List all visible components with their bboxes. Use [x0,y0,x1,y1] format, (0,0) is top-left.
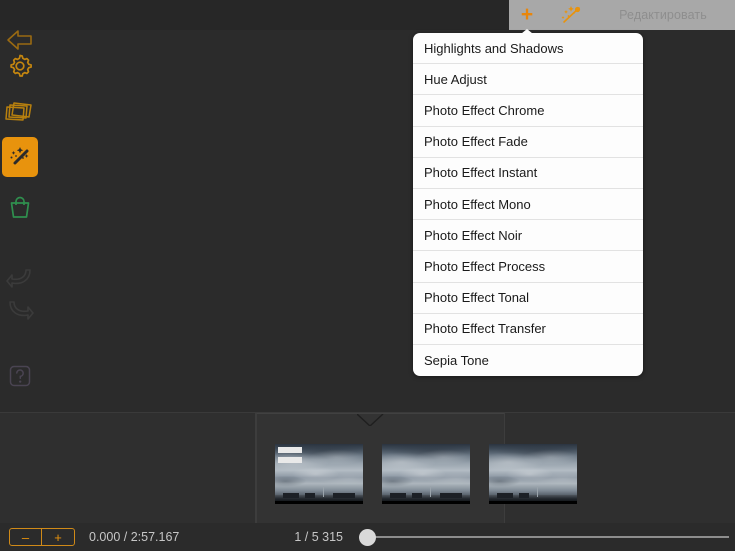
thumb-skyline [283,493,299,498]
edit-label: Редактировать [619,8,707,22]
frame-counter-label: 1 / 5 315 [294,530,344,544]
thumb-bottom-border [382,501,470,504]
menu-item-sepia-tone[interactable]: Sepia Tone [413,345,643,376]
list-item[interactable] [275,444,363,504]
thumb-tower [323,486,324,497]
bottom-bar: – + 0.000 / 2:57.167 1 / 5 315 [0,523,735,551]
effects-menu: Highlights and Shadows Hue Adjust Photo … [413,33,643,377]
thumb-skyline [519,493,529,498]
thumb-skyline [440,493,462,498]
left-sidebar [0,30,40,412]
list-item[interactable] [489,444,577,504]
menu-item-photo-effect-chrome[interactable]: Photo Effect Chrome [413,95,643,127]
sidebar-item-store[interactable] [0,185,40,231]
redo-icon [9,301,34,320]
zoom-in-button[interactable]: + [42,529,74,545]
thumb-bottom-border [489,501,577,504]
slider-thumb[interactable] [359,529,377,546]
thumb-skyline [390,493,406,498]
magic-wand-icon[interactable] [545,0,597,30]
menu-item-photo-effect-tonal[interactable]: Photo Effect Tonal [413,283,643,314]
sidebar-item-settings[interactable] [0,43,40,89]
thumb-skyline [305,493,315,498]
thumb-skyline [497,493,513,498]
shopping-bag-icon [10,196,30,218]
sidebar-item-layers[interactable] [0,89,40,135]
menu-item-photo-effect-process[interactable]: Photo Effect Process [413,251,643,283]
help-icon [9,365,31,387]
menu-item-photo-effect-mono[interactable]: Photo Effect Mono [413,189,643,221]
playhead-marker[interactable] [357,414,391,434]
layers-icon [5,102,32,121]
status-badge [278,447,302,453]
magic-wand-icon [10,147,29,165]
thumb-tower [430,486,431,497]
menu-pointer-arrow [516,25,538,38]
top-bar: + Редактировать [0,0,735,30]
timeline-slider[interactable] [353,528,731,546]
sidebar-item-effects[interactable] [2,137,38,177]
filmstrip-row [0,413,735,523]
menu-item-hue-adjust[interactable]: Hue Adjust [413,64,643,96]
menu-item-photo-effect-transfer[interactable]: Photo Effect Transfer [413,314,643,345]
list-item[interactable] [382,444,470,504]
status-badge [278,457,302,463]
thumb-skyline [412,493,422,498]
zoom-stepper: – + [9,528,75,546]
thumb-skyline [333,493,355,498]
filmstrip-panel[interactable] [256,413,577,523]
thumb-bottom-border [275,501,363,504]
app-window: + Редактировать – + 0.000 / 2:57.167 1 /… [0,0,735,551]
zoom-out-button[interactable]: – [10,529,42,545]
gear-icon [10,54,32,77]
thumb-tower [537,486,538,497]
timecode-label: 0.000 / 2:57.167 [89,530,180,544]
menu-item-photo-effect-fade[interactable]: Photo Effect Fade [413,127,643,158]
filmstrip-thumbnails [275,444,577,504]
menu-item-photo-effect-noir[interactable]: Photo Effect Noir [413,220,643,252]
edit-toolbar: + Редактировать [509,0,735,30]
menu-item-photo-effect-instant[interactable]: Photo Effect Instant [413,158,643,189]
slider-track [373,536,729,538]
sidebar-item-help[interactable] [0,353,40,399]
filmstrip-left-gap [0,413,256,523]
sidebar-item-redo[interactable] [0,287,40,333]
